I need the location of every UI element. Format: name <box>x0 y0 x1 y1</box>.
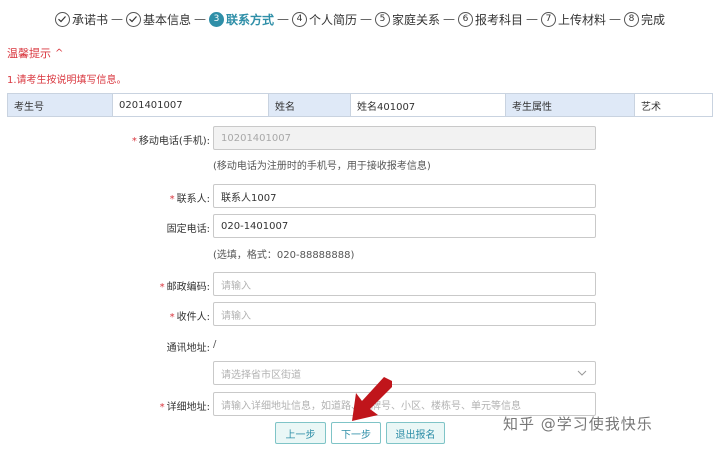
phone-hint: (选填，格式：020-88888888) <box>213 250 355 261</box>
tip-toggle[interactable]: 温馨提示 ^ <box>7 45 63 61</box>
postcode-field[interactable]: 请输入 <box>213 272 596 296</box>
step-separator: — <box>526 12 539 26</box>
exam-no-label: 考生号 <box>8 94 113 116</box>
step-number: 5 <box>375 11 390 27</box>
address-slash: / <box>213 339 217 350</box>
recipient-label: * 收件人: <box>169 312 210 323</box>
step-number: 3 <box>208 11 224 27</box>
step-finish: 8 完成 <box>624 11 665 28</box>
name-value: 姓名401007 <box>351 94 506 116</box>
exit-button[interactable]: 退出报名 <box>386 422 445 444</box>
step-separator: — <box>193 12 206 26</box>
watermark: 知乎 @学习使我快乐 <box>503 415 653 433</box>
phone-label: 固定电话: <box>166 224 210 235</box>
step-upload: 7 上传材料 <box>541 11 606 28</box>
step-subjects: 6 报考科目 <box>458 11 523 28</box>
postcode-label: * 邮政编码: <box>159 282 210 293</box>
step-basic-info: 基本信息 <box>125 11 191 28</box>
step-label: 个人简历 <box>308 12 357 27</box>
phone-field[interactable]: 020-1401007 <box>213 214 596 238</box>
exam-no-value: 0201401007 <box>113 94 269 116</box>
red-arrow-icon <box>352 377 392 421</box>
prev-button[interactable]: 上一步 <box>275 422 326 444</box>
tip-title: 温馨提示 <box>7 47 51 60</box>
step-family: 5 家庭关系 <box>375 11 440 28</box>
step-number: 4 <box>291 11 307 27</box>
check-icon <box>54 11 70 27</box>
detail-label: * 详细地址: <box>159 402 210 413</box>
tip-text: 1.请考生按说明填写信息。 <box>7 75 127 86</box>
recipient-field[interactable]: 请输入 <box>213 302 596 326</box>
step-label: 报考科目 <box>475 12 524 27</box>
step-number: 6 <box>458 11 474 27</box>
check-icon <box>125 11 141 27</box>
step-separator: — <box>110 12 123 26</box>
step-number: 7 <box>541 11 557 27</box>
region-select[interactable]: 请选择省市区街道 <box>213 361 596 385</box>
mobile-hint: (移动电话为注册时的手机号，用于接收报考信息) <box>213 161 431 172</box>
mobile-field[interactable]: 10201401007 <box>213 126 596 150</box>
step-label: 承诺书 <box>71 12 108 27</box>
step-number: 8 <box>624 11 640 27</box>
mobile-label: * 移动电话(手机): <box>131 136 210 147</box>
candidate-info-table: 考生号 0201401007 姓名 姓名401007 考生属性 艺术 <box>7 93 713 117</box>
step-label: 上传材料 <box>558 12 607 27</box>
chevron-up-icon: ^ <box>55 47 64 59</box>
step-label: 基本信息 <box>142 12 191 27</box>
contact-label: * 联系人: <box>169 194 210 205</box>
step-separator: — <box>609 12 622 26</box>
chevron-down-icon <box>577 370 587 376</box>
name-label: 姓名 <box>269 94 351 116</box>
step-contact: 3 联系方式 <box>208 11 274 28</box>
region-placeholder: 请选择省市区街道 <box>221 369 301 381</box>
step-label: 联系方式 <box>225 12 274 27</box>
step-resume: 4 个人简历 <box>291 11 357 28</box>
progress-steps: 承诺书 — 基本信息 — 3 联系方式 — 4 个人简历 — 5 家庭关系 — … <box>0 9 720 29</box>
next-button[interactable]: 下一步 <box>331 422 381 444</box>
attr-value: 艺术 <box>635 94 712 116</box>
step-separator: — <box>276 12 289 26</box>
step-pledge: 承诺书 <box>54 11 108 28</box>
attr-label: 考生属性 <box>506 94 635 116</box>
step-separator: — <box>443 12 456 26</box>
address-label: 通讯地址: <box>166 343 210 354</box>
step-label: 完成 <box>641 12 666 27</box>
step-label: 家庭关系 <box>392 12 441 27</box>
step-separator: — <box>360 12 372 26</box>
contact-field[interactable]: 联系人1007 <box>213 184 596 208</box>
